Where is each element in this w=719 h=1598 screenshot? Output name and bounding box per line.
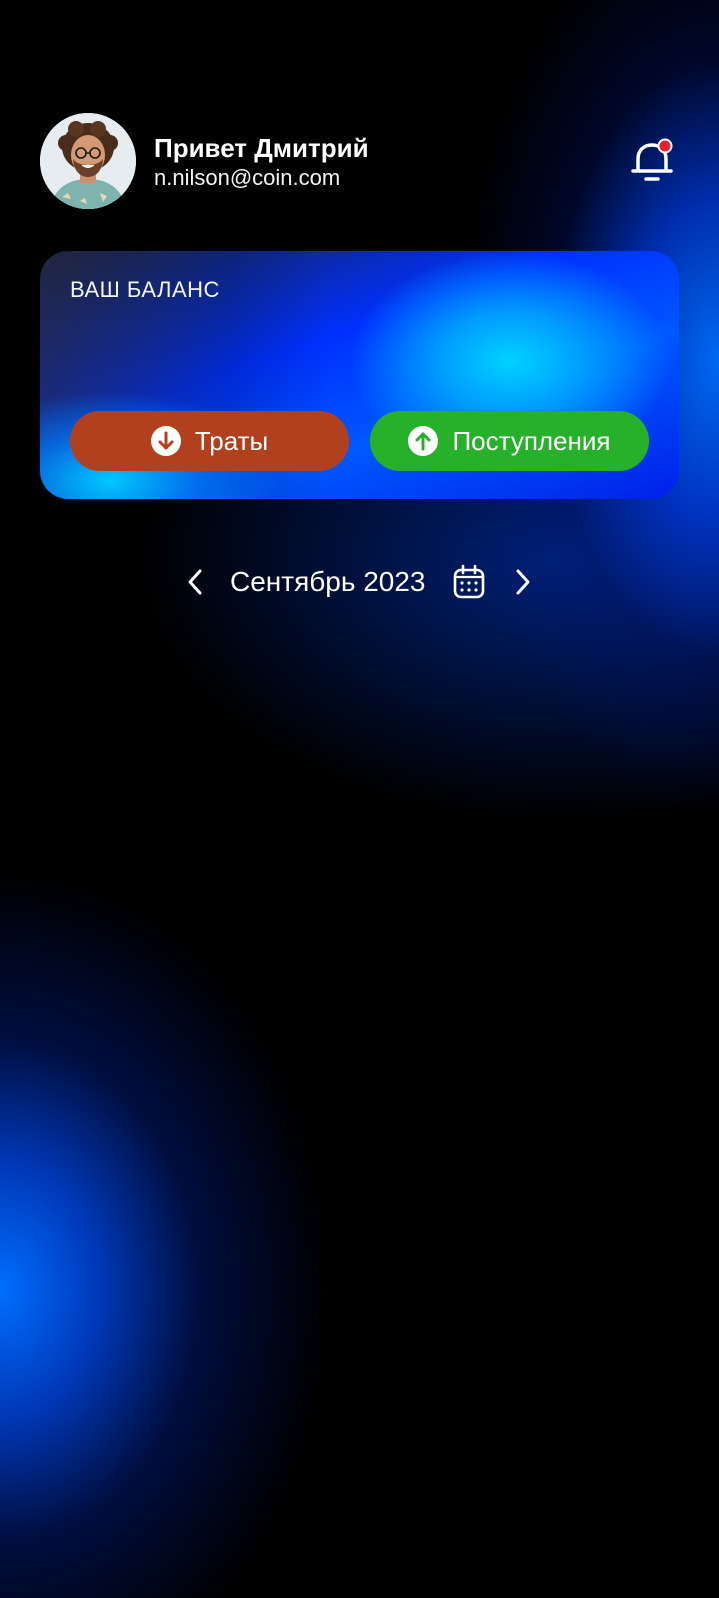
notifications-button[interactable] [630, 137, 674, 185]
chevron-left-icon [188, 569, 202, 595]
calendar-icon [453, 564, 485, 599]
spending-button[interactable]: Траты [70, 411, 349, 471]
month-switcher: Сентябрь 2023 [0, 560, 719, 604]
greeting-text: Привет Дмитрий [154, 133, 369, 163]
user-email: n.nilson@coin.com [154, 165, 341, 190]
next-month-button[interactable] [506, 566, 538, 598]
income-button[interactable]: Поступления [370, 411, 649, 471]
arrow-up-circle-icon [408, 426, 439, 456]
avatar-photo [40, 113, 136, 209]
income-button-label: Поступления [452, 425, 611, 456]
bell-icon [631, 138, 673, 181]
calendar-button[interactable] [452, 564, 486, 600]
header: Привет Дмитрий n.nilson@coin.com [40, 113, 680, 209]
balance-label: ВАШ БАЛАНС [70, 277, 220, 302]
background-gradient [0, 0, 719, 1598]
spending-button-label: Траты [194, 425, 269, 456]
avatar[interactable] [40, 113, 136, 209]
chevron-right-icon [516, 569, 530, 595]
notification-badge [657, 138, 673, 154]
balance-card: ВАШ БАЛАНС Траты Поступления [40, 251, 679, 499]
current-month-label: Сентябрь 2023 [230, 566, 426, 597]
arrow-down-circle-icon [150, 426, 181, 456]
previous-month-button[interactable] [180, 566, 212, 598]
